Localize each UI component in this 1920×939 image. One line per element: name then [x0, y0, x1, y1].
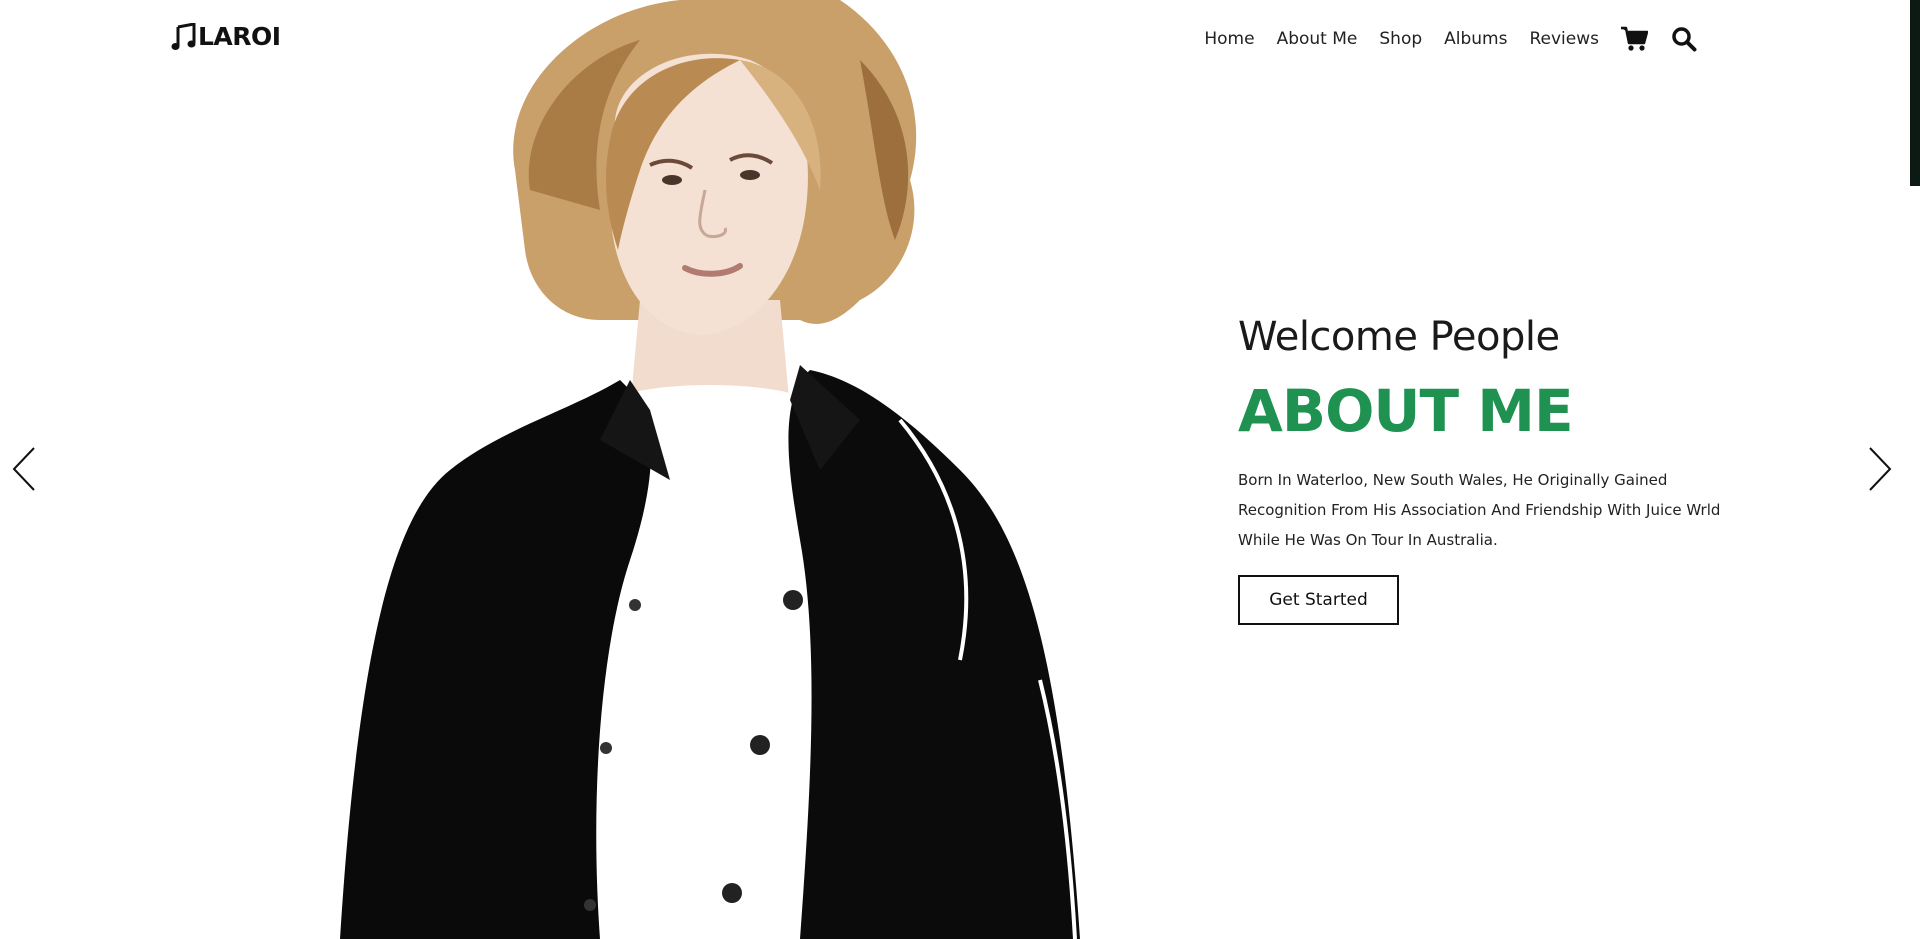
- scrollbar-thumb[interactable]: [1910, 0, 1920, 186]
- main-nav: Home About Me Shop Albums Reviews: [1204, 24, 1699, 54]
- hero-description: Born In Waterloo, New South Wales, He Or…: [1238, 471, 1721, 549]
- carousel-prev-button[interactable]: [10, 446, 40, 492]
- nav-shop[interactable]: Shop: [1379, 29, 1422, 49]
- page: LAROI Home About Me Shop Albums Reviews: [0, 0, 1920, 939]
- nav-albums[interactable]: Albums: [1444, 29, 1507, 49]
- get-started-button[interactable]: Get Started: [1238, 575, 1399, 625]
- hero-content: Welcome People ABOUT ME Born In Waterloo…: [1238, 307, 1758, 625]
- logo[interactable]: LAROI: [171, 22, 281, 51]
- shopping-cart-icon[interactable]: [1619, 24, 1649, 54]
- site-header: LAROI Home About Me Shop Albums Reviews: [0, 0, 1920, 78]
- logo-text: LAROI: [198, 22, 281, 51]
- nav-about-me[interactable]: About Me: [1277, 29, 1358, 49]
- chevron-right-icon: [1864, 446, 1894, 492]
- carousel-next-button[interactable]: [1864, 446, 1894, 492]
- hero-image: [300, 0, 1200, 939]
- hero-title: ABOUT ME: [1238, 377, 1574, 445]
- hero-subtitle: Welcome People: [1238, 314, 1560, 360]
- nav-reviews[interactable]: Reviews: [1529, 29, 1599, 49]
- nav-home[interactable]: Home: [1204, 29, 1254, 49]
- chevron-left-icon: [10, 446, 40, 492]
- search-icon[interactable]: [1669, 24, 1699, 54]
- music-note-icon: [171, 22, 197, 51]
